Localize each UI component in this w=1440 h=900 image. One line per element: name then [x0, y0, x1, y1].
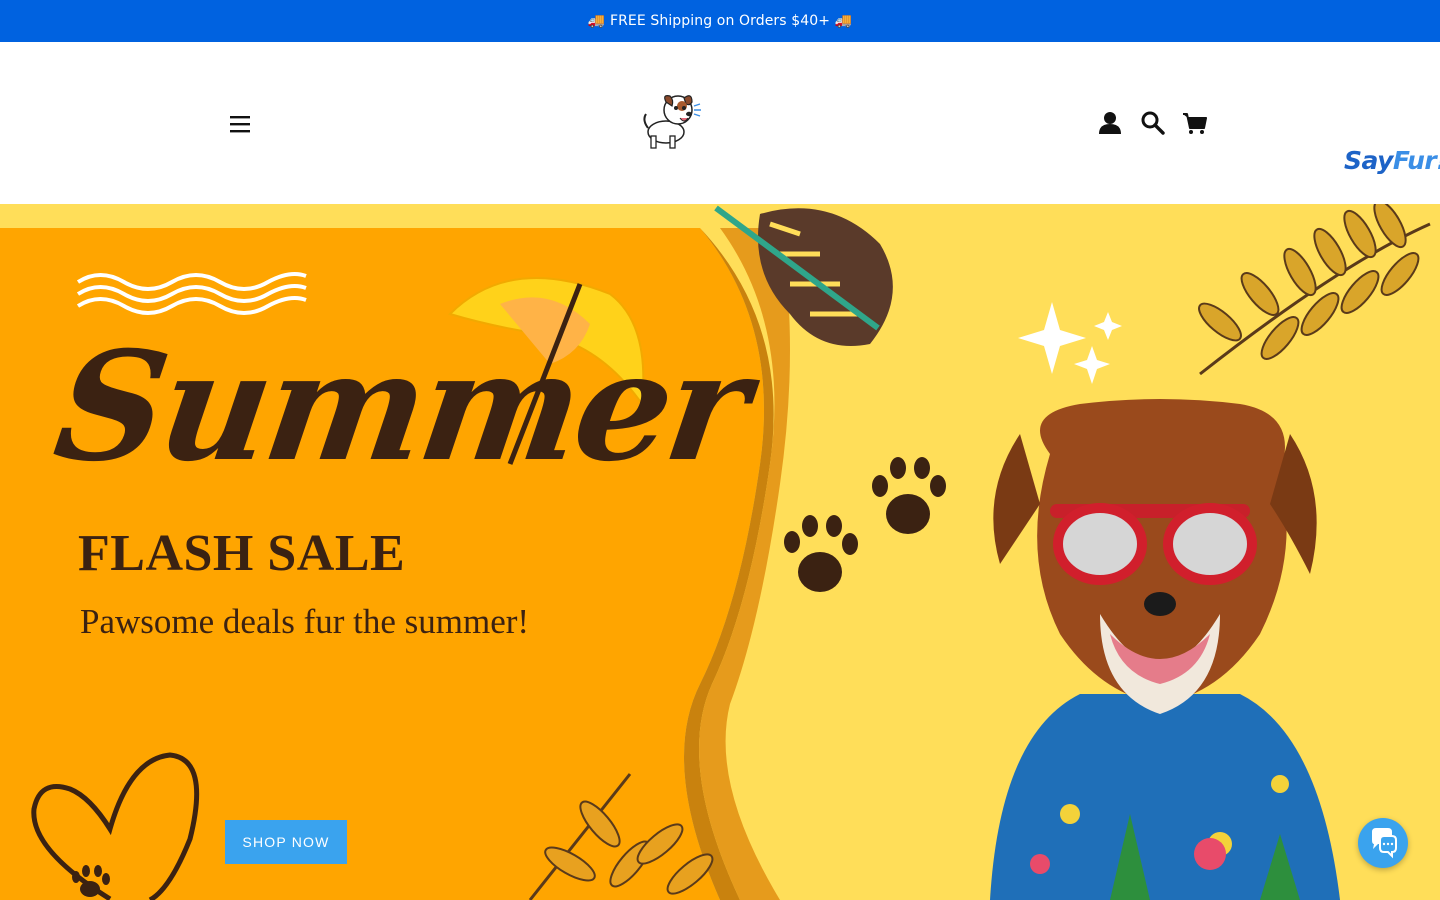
chat-launcher-button[interactable]	[1358, 818, 1408, 868]
logo-text-say: Say	[1344, 146, 1393, 175]
hero-title: Summer	[45, 319, 756, 495]
wave-decoration-icon	[76, 272, 307, 315]
hero-subtitle: FLASH SALE	[78, 525, 406, 582]
cart-button[interactable]	[1178, 106, 1212, 140]
fern-bottom-icon	[528, 773, 714, 900]
site-header: SayFur!	[0, 42, 1440, 204]
fern-leaves-icon	[1198, 204, 1431, 376]
account-button[interactable]	[1093, 106, 1127, 140]
site-nav-menu-button[interactable]	[220, 106, 260, 142]
announcement-text: 🚚 FREE Shipping on Orders $40+ 🚚	[587, 13, 853, 29]
dog-mascot-logo-icon	[643, 95, 701, 149]
site-logo[interactable]: SayFur!	[640, 88, 1440, 175]
hero-tagline: Pawsome deals fur the summer!	[80, 602, 530, 641]
heart-doodle-icon	[31, 752, 200, 900]
paw-prints-icon	[784, 457, 946, 592]
logo-wordmark: SayFur!	[1344, 146, 1440, 175]
announcement-bar: 🚚 FREE Shipping on Orders $40+ 🚚	[0, 0, 1440, 42]
dog-with-goggles-image	[990, 399, 1340, 900]
sparkle-icon	[1018, 302, 1122, 384]
logo-text-fur: Fur!	[1392, 146, 1440, 175]
hero-banner: Summer FLASH SALE Pawsome deals fur the …	[0, 204, 1440, 900]
search-button[interactable]	[1136, 106, 1170, 140]
search-icon	[1141, 111, 1165, 135]
cart-icon	[1183, 113, 1207, 134]
shop-now-button[interactable]: SHOP NOW	[225, 820, 347, 864]
hamburger-menu-icon	[230, 116, 250, 133]
account-icon	[1099, 112, 1121, 134]
chat-icon	[1372, 828, 1397, 859]
